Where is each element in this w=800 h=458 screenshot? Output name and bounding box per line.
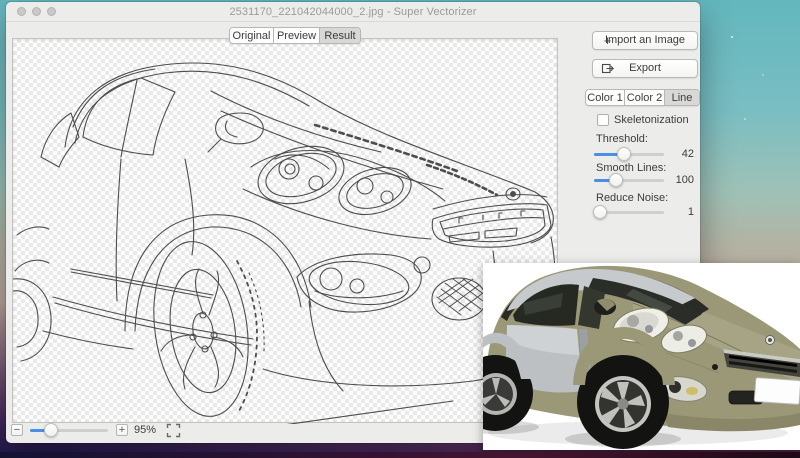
reduce-noise-thumb[interactable]	[592, 205, 607, 219]
original-photo-window[interactable]	[455, 263, 800, 450]
tab-preview[interactable]: Preview	[274, 28, 320, 43]
reduce-noise-value: 1	[687, 206, 694, 218]
reduce-noise-label: Reduce Noise:	[596, 192, 669, 204]
view-tabs: Original Preview Result	[229, 27, 361, 44]
threshold-value: 42	[681, 148, 694, 160]
screen-bottom-edge	[0, 452, 800, 458]
zoom-out-button[interactable]: −	[11, 424, 23, 436]
wallpaper-star	[731, 36, 733, 38]
fullscreen-icon[interactable]	[166, 423, 181, 438]
canvas-zoom-thumb[interactable]	[44, 423, 59, 437]
threshold-track[interactable]	[594, 147, 664, 161]
reduce-noise-slider: 1	[592, 205, 694, 219]
smooth-lines-value: 100	[675, 174, 694, 186]
tab-result[interactable]: Result	[320, 28, 360, 43]
reduce-noise-track[interactable]	[592, 205, 664, 219]
import-image-label: Import an Image	[604, 34, 686, 46]
tab-line[interactable]: Line	[665, 90, 699, 105]
zoom-level: 95%	[134, 424, 157, 436]
tab-original[interactable]: Original	[230, 28, 274, 43]
canvas-zoom-track[interactable]	[30, 423, 108, 437]
result-canvas[interactable]	[12, 38, 558, 424]
plus-icon: +	[603, 33, 612, 48]
threshold-slider: 42	[594, 147, 694, 161]
tab-color1[interactable]: Color 1	[586, 90, 625, 105]
threshold-label: Threshold:	[596, 133, 648, 145]
wallpaper-star	[762, 74, 764, 76]
smooth-lines-slider: 100	[594, 173, 694, 187]
tab-color2[interactable]: Color 2	[625, 90, 665, 105]
smooth-lines-track[interactable]	[594, 173, 664, 187]
window-title: 2531170_221042044000_2.jpg - Super Vecto…	[229, 6, 477, 18]
zoom-in-button[interactable]: +	[116, 424, 128, 436]
skeletonization-checkbox[interactable]	[597, 114, 609, 126]
skeletonization-row: Skeletonization	[597, 114, 689, 126]
smooth-lines-thumb[interactable]	[608, 173, 623, 187]
export-icon	[601, 62, 614, 75]
title-bar[interactable]: 2531170_221042044000_2.jpg - Super Vecto…	[6, 2, 700, 22]
export-label: Export	[629, 62, 661, 74]
mode-tabs: Color 1 Color 2 Line	[585, 89, 700, 106]
original-car-photo	[455, 263, 800, 450]
vectorized-car-drawing	[13, 62, 556, 424]
threshold-thumb[interactable]	[617, 147, 632, 161]
import-image-button[interactable]: + Import an Image	[592, 31, 698, 50]
wallpaper-star	[744, 118, 746, 120]
skeletonization-label: Skeletonization	[614, 114, 689, 126]
export-button[interactable]: Export	[592, 59, 698, 78]
